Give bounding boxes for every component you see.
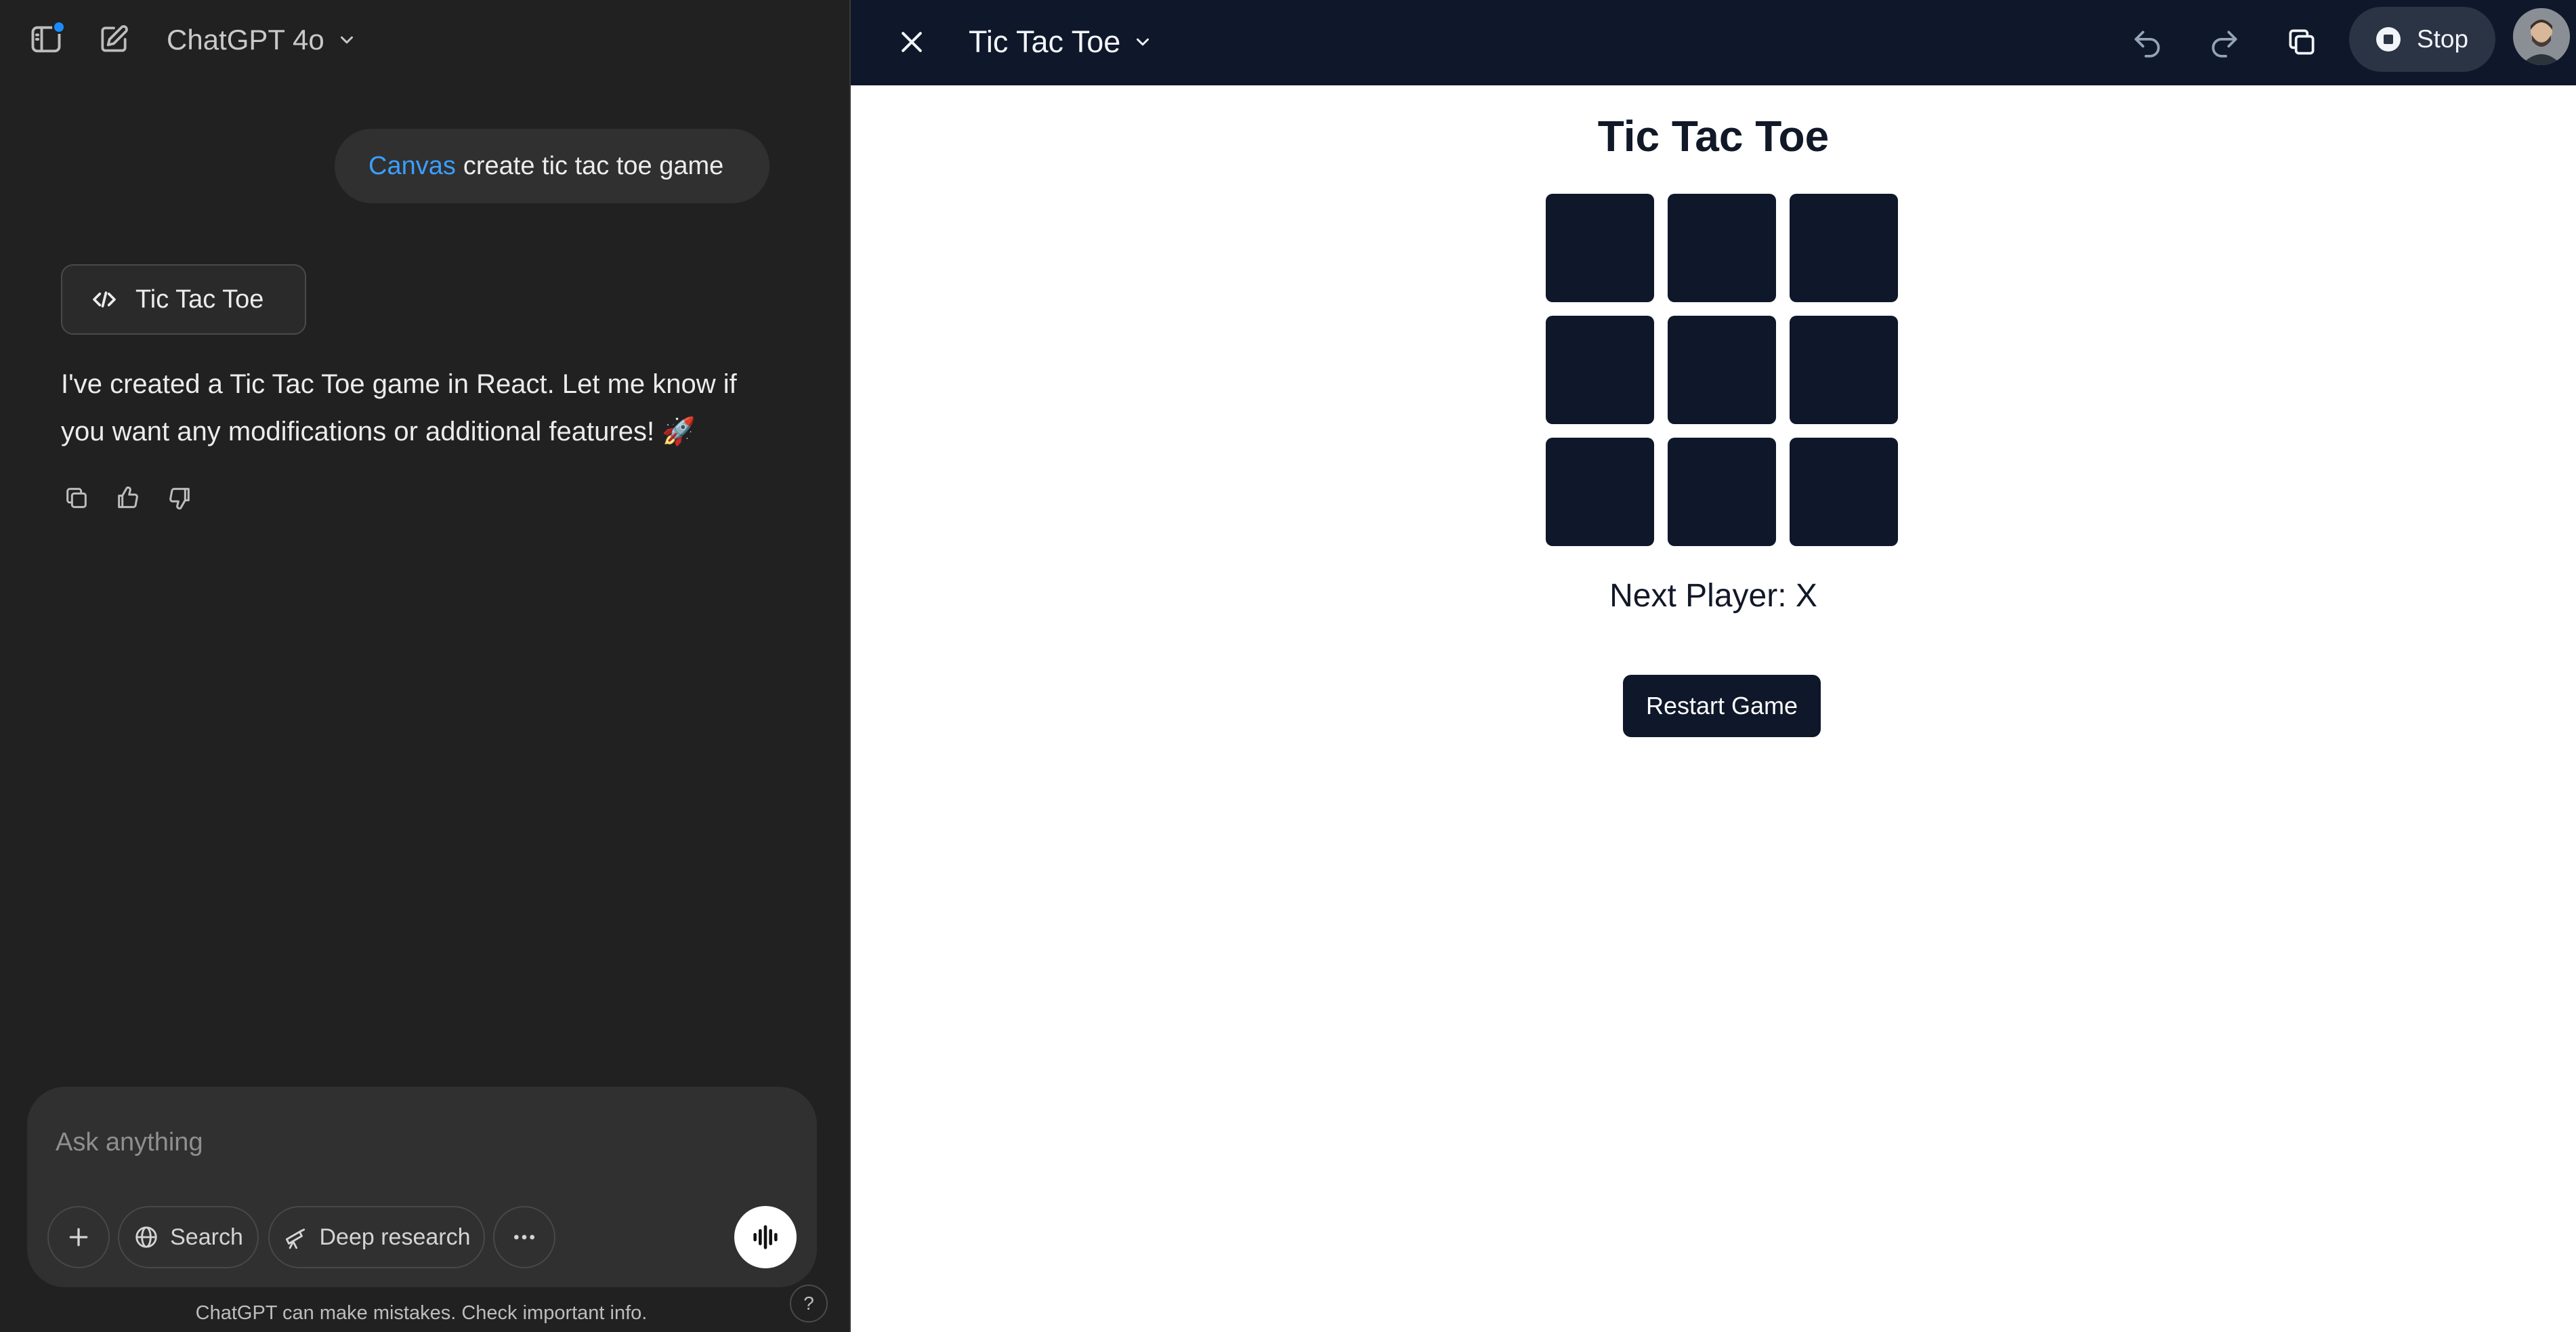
close-canvas-button[interactable] (887, 18, 936, 66)
game-heading: Tic Tac Toe (1597, 112, 1830, 161)
help-button[interactable]: ? (790, 1285, 828, 1323)
undo-icon (2134, 30, 2160, 58)
game-status: Next Player: X (1609, 578, 1817, 614)
user-message-bubble: Canvas create tic tac toe game (335, 129, 769, 203)
board-cell[interactable] (1790, 438, 1898, 546)
copy-icon (2289, 29, 2315, 55)
thumbs-down-button[interactable] (164, 482, 195, 514)
redo-icon (2212, 30, 2237, 58)
new-chat-button[interactable] (92, 18, 135, 61)
more-tools-button[interactable] (493, 1206, 555, 1268)
user-avatar-icon (2513, 8, 2570, 65)
undo-button[interactable] (2123, 18, 2172, 66)
message-composer: Search Deep research (27, 1087, 817, 1287)
copy-message-button[interactable] (61, 482, 92, 514)
board-cell[interactable] (1546, 438, 1654, 546)
notification-dot (52, 20, 66, 34)
model-label: ChatGPT 4o (167, 24, 324, 56)
stop-button[interactable]: Stop (2349, 7, 2495, 72)
board-cell[interactable] (1790, 194, 1898, 302)
thumbs-up-icon (118, 486, 138, 508)
model-selector[interactable]: ChatGPT 4o (167, 19, 357, 61)
message-input[interactable] (56, 1115, 787, 1169)
game-board (1546, 194, 1899, 547)
message-actions (61, 482, 195, 514)
copy-icon (66, 488, 87, 508)
close-icon (902, 32, 922, 52)
assistant-message: I've created a Tic Tac Toe game in React… (61, 369, 737, 446)
canvas-chip-label: Tic Tac Toe (135, 285, 264, 314)
canvas-title-menu[interactable]: Tic Tac Toe (969, 18, 1153, 66)
code-icon (93, 291, 116, 308)
board-cell[interactable] (1546, 316, 1654, 424)
deep-research-button[interactable]: Deep research (268, 1206, 485, 1268)
avatar[interactable] (2513, 8, 2570, 65)
restart-game-button[interactable]: Restart Game (1623, 675, 1821, 737)
sidebar-toggle-button[interactable] (24, 18, 68, 61)
attach-button[interactable] (47, 1206, 110, 1268)
telescope-icon (286, 1228, 305, 1249)
copy-code-button[interactable] (2277, 18, 2326, 66)
voice-mode-button[interactable] (734, 1206, 797, 1268)
redo-button[interactable] (2200, 18, 2249, 66)
thumbs-up-button[interactable] (112, 482, 144, 514)
plus-icon (69, 1228, 88, 1247)
search-label: Search (170, 1224, 243, 1250)
voice-waveform-icon (753, 1225, 778, 1249)
deep-research-label: Deep research (319, 1224, 471, 1250)
chat-panel: ChatGPT 4o Canvas create tic tac toe gam… (0, 0, 851, 1332)
board-cell[interactable] (1790, 316, 1898, 424)
more-horizontal-icon (514, 1234, 534, 1240)
canvas-panel: Tic Tac Toe Stop Tic Tac Toe Next Player… (851, 0, 2576, 1332)
user-message-text: create tic tac toe game (463, 151, 724, 180)
compose-icon (101, 25, 128, 52)
chevron-down-icon (340, 36, 353, 44)
stop-icon (2376, 27, 2401, 51)
stop-label: Stop (2416, 25, 2469, 53)
board-cell[interactable] (1668, 194, 1776, 302)
canvas-tag[interactable]: Canvas (368, 152, 456, 181)
chevron-down-icon (1137, 38, 1149, 46)
board-cell[interactable] (1668, 438, 1776, 546)
canvas-document-chip[interactable]: Tic Tac Toe (61, 264, 306, 335)
canvas-title: Tic Tac Toe (969, 24, 1121, 59)
thumbs-down-icon (169, 488, 190, 509)
board-cell[interactable] (1668, 316, 1776, 424)
board-cell[interactable] (1546, 194, 1654, 302)
search-toggle-button[interactable]: Search (118, 1206, 259, 1268)
globe-icon (135, 1226, 157, 1248)
disclaimer-text: ChatGPT can make mistakes. Check importa… (195, 1302, 648, 1324)
canvas-toolbar: Tic Tac Toe Stop (851, 0, 2576, 85)
